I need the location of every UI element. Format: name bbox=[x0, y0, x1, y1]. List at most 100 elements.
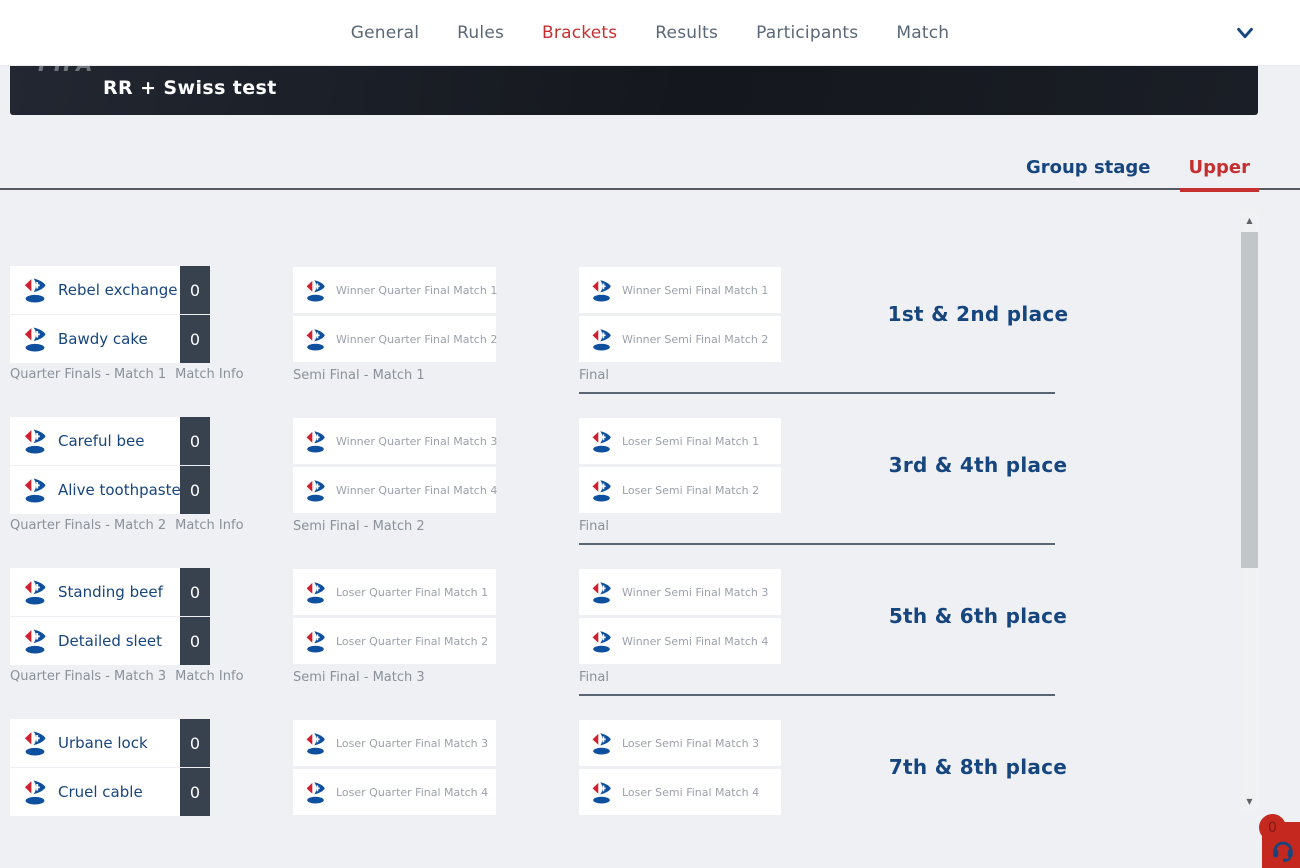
team-logo-icon bbox=[304, 781, 327, 804]
team-row[interactable]: Winner Semi Final Match 2 bbox=[579, 316, 781, 362]
team-row[interactable]: Winner Quarter Final Match 4 bbox=[293, 467, 496, 513]
headset-icon[interactable] bbox=[1270, 836, 1296, 862]
place-label: 3rd & 4th place bbox=[788, 453, 1168, 477]
team-row[interactable]: Loser Semi Final Match 4 bbox=[579, 769, 781, 815]
team-row[interactable]: Loser Semi Final Match 2 bbox=[579, 467, 781, 513]
team-row[interactable]: Bawdy cake 0 bbox=[10, 315, 210, 363]
match-label: Quarter Finals - Match 2Match Info bbox=[10, 518, 244, 533]
team-placeholder: Winner Semi Final Match 2 bbox=[622, 333, 768, 346]
bracket-section-3: Standing beef 0 Detailed sleet 0 Quarter… bbox=[0, 568, 1240, 719]
team-logo-icon bbox=[304, 732, 327, 755]
team-score: 0 bbox=[180, 617, 210, 665]
team-logo-icon bbox=[22, 277, 48, 303]
team-logo-icon bbox=[22, 779, 48, 805]
team-row[interactable]: Winner Quarter Final Match 1 bbox=[293, 267, 496, 313]
section-divider bbox=[579, 543, 1055, 545]
final-match-card: Winner Semi Final Match 3 Winner Semi Fi… bbox=[579, 569, 781, 667]
team-placeholder: Winner Semi Final Match 4 bbox=[622, 635, 768, 648]
team-placeholder: Winner Quarter Final Match 2 bbox=[336, 333, 497, 346]
team-name: Urbane lock bbox=[58, 734, 180, 752]
match-label: Final bbox=[579, 368, 609, 383]
team-row[interactable]: Rebel exchange 0 bbox=[10, 266, 210, 314]
match-info-link[interactable]: Match Info bbox=[175, 367, 243, 382]
team-row[interactable]: Winner Quarter Final Match 2 bbox=[293, 316, 496, 362]
team-row[interactable]: Winner Semi Final Match 1 bbox=[579, 267, 781, 313]
team-score: 0 bbox=[180, 719, 210, 767]
scrollbar-up-arrow[interactable]: ▲ bbox=[1241, 213, 1258, 227]
team-logo-icon bbox=[590, 732, 613, 755]
place-label: 5th & 6th place bbox=[788, 604, 1168, 628]
team-name: Cruel cable bbox=[58, 783, 180, 801]
team-row[interactable]: Winner Quarter Final Match 3 bbox=[293, 418, 496, 464]
team-row[interactable]: Winner Semi Final Match 3 bbox=[579, 569, 781, 615]
team-row[interactable]: Winner Semi Final Match 4 bbox=[579, 618, 781, 664]
team-logo-icon bbox=[304, 430, 327, 453]
team-logo-icon bbox=[304, 279, 327, 302]
match-label: Quarter Finals - Match 1Match Info bbox=[10, 367, 244, 382]
tab-group-stage[interactable]: Group stage bbox=[1018, 157, 1159, 190]
team-logo-icon bbox=[590, 581, 613, 604]
team-logo-icon bbox=[22, 477, 48, 503]
scrollbar-thumb[interactable] bbox=[1241, 232, 1258, 568]
team-row[interactable]: Loser Quarter Final Match 2 bbox=[293, 618, 496, 664]
team-row[interactable]: Detailed sleet 0 bbox=[10, 617, 210, 665]
team-score: 0 bbox=[180, 266, 210, 314]
team-row[interactable]: Loser Semi Final Match 1 bbox=[579, 418, 781, 464]
team-logo-icon bbox=[304, 630, 327, 653]
bracket-section-2: Careful bee 0 Alive toothpaste 0 Quarter… bbox=[0, 417, 1240, 568]
nav-item-brackets[interactable]: Brackets bbox=[542, 23, 617, 43]
tournament-header: FIFA RR + Swiss test bbox=[10, 62, 1258, 115]
team-score: 0 bbox=[180, 568, 210, 616]
team-placeholder: Winner Quarter Final Match 4 bbox=[336, 484, 497, 497]
team-row[interactable]: Loser Quarter Final Match 3 bbox=[293, 720, 496, 766]
match-info-link[interactable]: Match Info bbox=[175, 669, 243, 684]
team-logo-icon bbox=[304, 581, 327, 604]
team-row[interactable]: Alive toothpaste 0 bbox=[10, 466, 210, 514]
team-logo-icon bbox=[590, 479, 613, 502]
bracket-section-4: Urbane lock 0 Cruel cable 0 Loser Quarte… bbox=[0, 719, 1240, 822]
place-label: 7th & 8th place bbox=[788, 755, 1168, 779]
team-placeholder: Loser Quarter Final Match 4 bbox=[336, 786, 488, 799]
bracket-section-1: Rebel exchange 0 Bawdy cake 0 Quarter Fi… bbox=[0, 266, 1240, 417]
nav-item-match[interactable]: Match bbox=[896, 23, 949, 43]
team-logo-icon bbox=[304, 479, 327, 502]
match-info-link[interactable]: Match Info bbox=[175, 518, 243, 533]
team-score: 0 bbox=[180, 417, 210, 465]
team-row[interactable]: Careful bee 0 bbox=[10, 417, 210, 465]
team-logo-icon bbox=[22, 326, 48, 352]
team-placeholder: Winner Semi Final Match 3 bbox=[622, 586, 768, 599]
top-navigation: General Rules Brackets Results Participa… bbox=[0, 0, 1300, 66]
team-row[interactable]: Standing beef 0 bbox=[10, 568, 210, 616]
quarter-final-match-card: Rebel exchange 0 Bawdy cake 0 Quarter Fi… bbox=[10, 266, 210, 364]
team-row[interactable]: Cruel cable 0 bbox=[10, 768, 210, 816]
team-row[interactable]: Loser Quarter Final Match 1 bbox=[293, 569, 496, 615]
team-placeholder: Winner Quarter Final Match 3 bbox=[336, 435, 497, 448]
nav-item-general[interactable]: General bbox=[351, 23, 419, 43]
team-placeholder: Loser Quarter Final Match 3 bbox=[336, 737, 488, 750]
match-label: Semi Final - Match 2 bbox=[293, 519, 425, 534]
nav-item-rules[interactable]: Rules bbox=[457, 23, 504, 43]
tab-upper[interactable]: Upper bbox=[1181, 157, 1258, 190]
team-row[interactable]: Urbane lock 0 bbox=[10, 719, 210, 767]
semi-final-match-card: Winner Quarter Final Match 3 Winner Quar… bbox=[293, 418, 496, 516]
final-match-card: Winner Semi Final Match 1 Winner Semi Fi… bbox=[579, 267, 781, 365]
nav-item-results[interactable]: Results bbox=[655, 23, 718, 43]
team-name: Bawdy cake bbox=[58, 330, 180, 348]
match-label: Semi Final - Match 3 bbox=[293, 670, 425, 685]
match-label: Quarter Finals - Match 3Match Info bbox=[10, 669, 244, 684]
team-placeholder: Loser Semi Final Match 2 bbox=[622, 484, 759, 497]
scrollbar-down-arrow[interactable]: ▼ bbox=[1241, 794, 1258, 808]
team-logo-icon bbox=[22, 579, 48, 605]
team-row[interactable]: Loser Quarter Final Match 4 bbox=[293, 769, 496, 815]
team-row[interactable]: Loser Semi Final Match 3 bbox=[579, 720, 781, 766]
section-divider bbox=[579, 694, 1055, 696]
team-placeholder: Winner Quarter Final Match 1 bbox=[336, 284, 497, 297]
quarter-final-match-card: Careful bee 0 Alive toothpaste 0 Quarter… bbox=[10, 417, 210, 515]
quarter-final-match-card: Urbane lock 0 Cruel cable 0 bbox=[10, 719, 210, 817]
chevron-down-icon[interactable] bbox=[1234, 22, 1256, 44]
team-logo-icon bbox=[22, 628, 48, 654]
team-score: 0 bbox=[180, 315, 210, 363]
team-logo-icon bbox=[590, 781, 613, 804]
nav-item-participants[interactable]: Participants bbox=[756, 23, 858, 43]
team-name: Detailed sleet bbox=[58, 632, 180, 650]
